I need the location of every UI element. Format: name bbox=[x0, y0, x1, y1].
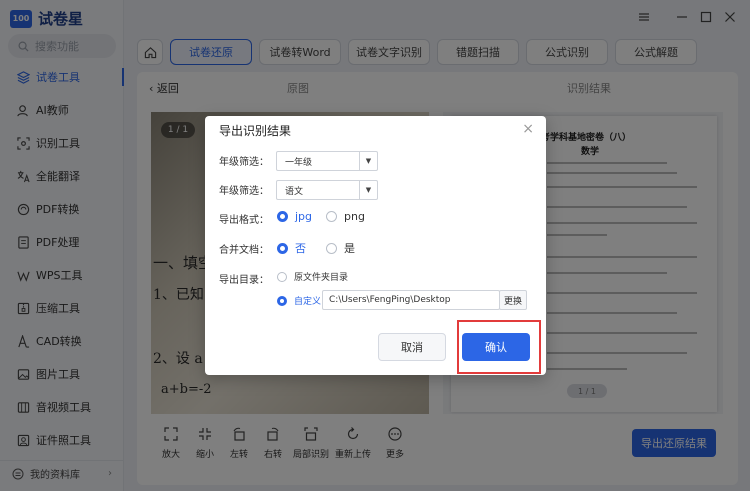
merge-no-radio[interactable]: 否 bbox=[277, 240, 306, 256]
dir-custom-radio[interactable]: 自定义 bbox=[277, 294, 321, 307]
caret-down-icon: ▼ bbox=[359, 181, 377, 199]
confirm-highlight-box bbox=[457, 320, 541, 374]
radio-dot bbox=[277, 271, 287, 282]
dir-source-label: 原文件夹目录 bbox=[294, 273, 349, 283]
format-jpg-radio[interactable]: jpg bbox=[277, 210, 312, 223]
subject-select-value: 语文 bbox=[285, 186, 304, 197]
cancel-button[interactable]: 取消 bbox=[378, 333, 446, 361]
export-dir-label: 导出目录： bbox=[219, 275, 269, 286]
radio-dot bbox=[277, 242, 288, 254]
grade-filter-label: 年级筛选： bbox=[219, 157, 269, 168]
export-path-input[interactable]: C:\Users\FengPing\Desktop bbox=[322, 290, 500, 310]
format-png-label: png bbox=[344, 210, 365, 223]
format-jpg-label: jpg bbox=[295, 210, 313, 223]
merge-yes-label: 是 bbox=[344, 242, 355, 255]
subject-select[interactable]: 语文 ▼ bbox=[276, 180, 378, 200]
grade-select-value: 一年级 bbox=[285, 157, 313, 168]
merge-yes-radio[interactable]: 是 bbox=[326, 240, 355, 256]
dialog-title: 导出识别结果 bbox=[219, 124, 292, 138]
radio-dot bbox=[277, 295, 287, 306]
radio-dot bbox=[277, 211, 288, 222]
caret-down-icon: ▼ bbox=[359, 152, 377, 170]
dir-source-radio[interactable]: 原文件夹目录 bbox=[277, 270, 348, 283]
dialog-close-icon[interactable]: × bbox=[522, 121, 534, 137]
merge-docs-label: 合并文档： bbox=[219, 245, 269, 256]
dir-custom-label: 自定义 bbox=[294, 297, 322, 307]
grade-select[interactable]: 一年级 ▼ bbox=[276, 151, 378, 171]
merge-no-label: 否 bbox=[295, 242, 306, 255]
export-format-label: 导出格式： bbox=[219, 215, 269, 226]
radio-dot bbox=[326, 242, 337, 254]
format-png-radio[interactable]: png bbox=[326, 210, 365, 223]
radio-dot bbox=[326, 211, 337, 222]
subject-filter-label: 年级筛选： bbox=[219, 186, 269, 197]
change-dir-button[interactable]: 更换 bbox=[499, 290, 527, 310]
